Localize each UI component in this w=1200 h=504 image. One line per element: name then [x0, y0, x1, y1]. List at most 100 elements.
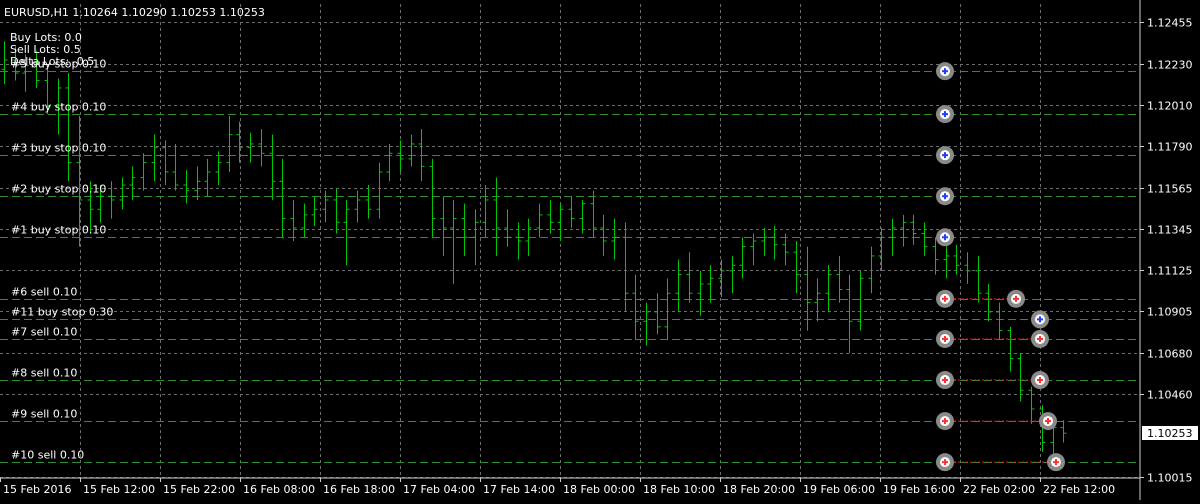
ohlc-bar [782, 233, 789, 266]
order-label: #4 buy stop 0.10 [11, 101, 106, 114]
ohlc-bar [771, 226, 778, 260]
order-labels: #5 buy stop 0.10#4 buy stop 0.10#3 buy s… [11, 58, 113, 462]
chart-header: EURUSD,H1 1.10264 1.10290 1.10253 1.1025… [4, 6, 265, 68]
price-axis: 1.12455 1.12230 1.12010 1.11790 1.11565 1.113… [1139, 0, 1198, 500]
ohlc-bar [119, 177, 126, 210]
ohlc-bar [868, 246, 875, 294]
ohlc-bar [600, 214, 607, 256]
ohlc-bar [996, 302, 1003, 340]
buy-order-marker [936, 228, 954, 247]
ohlc-bar [290, 199, 297, 241]
ohlc-bar [343, 199, 350, 266]
ohlc-bar [472, 209, 479, 266]
ohlc-bar [440, 196, 447, 256]
ohlc-bar [215, 151, 222, 186]
time-tick-label: 16 Feb 18:00 [323, 483, 395, 496]
ohlc-bar [761, 227, 768, 256]
time-tick-label: 17 Feb 14:00 [483, 483, 555, 496]
ohlc-bar [590, 190, 597, 238]
order-markers [936, 62, 1065, 472]
ohlc-bar [333, 188, 340, 234]
order-label: #2 buy stop 0.10 [11, 183, 106, 196]
ohlc-bar [622, 222, 629, 312]
ohlc-bar [750, 233, 757, 266]
time-tick-label: 22 Feb 12:00 [1043, 483, 1115, 496]
ohlc-bar [857, 270, 864, 331]
order-lines [0, 71, 1140, 463]
ohlc-bar [718, 259, 725, 297]
ohlc-bar [365, 185, 372, 219]
order-label: #3 buy stop 0.10 [11, 142, 106, 155]
ohlc-bar [450, 199, 457, 284]
order-label: #1 buy stop 0.10 [11, 224, 106, 237]
buy-order-marker [936, 146, 954, 165]
ohlc-bar [878, 227, 885, 271]
time-tick-label: 18 Feb 00:00 [563, 483, 635, 496]
current-price-label: 1.10253 [1147, 427, 1193, 440]
ohlc-bar [1, 41, 8, 85]
sell-order-marker [936, 453, 954, 472]
ohlc-bar [183, 170, 190, 204]
ohlc-bar [675, 259, 682, 312]
ohlc-bar [836, 255, 843, 303]
ohlc-bar [279, 158, 286, 238]
price-tick-label: 1.11565 [1147, 183, 1193, 196]
ohlc-bar [664, 278, 671, 340]
ohlc-bar [386, 143, 393, 182]
ohlc-bar [172, 143, 179, 191]
ohlc-bar [301, 203, 308, 238]
ohlc-bar [985, 283, 992, 322]
price-tick-label: 1.12455 [1147, 17, 1193, 30]
ohlc-bar [1060, 420, 1067, 443]
time-tick-label: 19 Feb 16:00 [883, 483, 955, 496]
ohlc-bar [964, 252, 971, 284]
price-tick-label: 1.10015 [1147, 472, 1193, 485]
buy-order-marker [936, 105, 954, 124]
ohlc-bar [932, 237, 939, 275]
ohlc-bar [686, 252, 693, 303]
time-tick-label: 22 Feb 02:00 [963, 483, 1035, 496]
buy-order-marker [1031, 310, 1049, 329]
chart-canvas[interactable]: #5 buy stop 0.10#4 buy stop 0.10#3 buy s… [0, 0, 1200, 500]
order-label: #7 sell 0.10 [11, 326, 77, 339]
delta-lots-info: Delta Lots: -0.5 [10, 55, 94, 68]
ohlc-bar [846, 274, 853, 353]
ohlc-bar [269, 134, 276, 200]
sell-order-marker [936, 289, 954, 308]
price-chart[interactable]: #5 buy stop 0.10 #4 buy stop 0.10 #3 buy s… [0, 0, 1200, 500]
ohlc-bar [258, 129, 265, 167]
ohlc-bar [408, 134, 415, 167]
ohlc-bar [247, 132, 254, 163]
sell-order-marker [1039, 412, 1057, 431]
ohlc-bar [151, 134, 158, 182]
price-tick-label: 1.12010 [1147, 100, 1193, 113]
ohlc-bar [236, 121, 243, 163]
sell-order-marker [936, 329, 954, 348]
sell-order-marker [1047, 453, 1065, 472]
time-tick-label: 15 Feb 2016 [3, 483, 71, 496]
ohlc-bar [536, 203, 543, 238]
ohlc-bar [825, 265, 832, 312]
sell-order-marker [1031, 329, 1049, 348]
ohlc-bar [204, 158, 211, 197]
sell-order-marker [936, 412, 954, 431]
ohlc-bar [397, 140, 404, 172]
ohlc-bar [504, 209, 511, 247]
sell-order-marker [1031, 371, 1049, 390]
order-label: #9 sell 0.10 [11, 408, 77, 421]
time-tick-label: 17 Feb 04:00 [403, 483, 475, 496]
ohlc-bar [65, 73, 72, 182]
current-price-marker: 1.10253 [1142, 426, 1198, 440]
price-tick-label: 1.10680 [1147, 348, 1193, 361]
order-label: #11 buy stop 0.30 [11, 306, 113, 319]
ohlc-bar [975, 255, 982, 303]
price-tick-label: 1.11125 [1147, 265, 1193, 278]
ohlc-bar [910, 214, 917, 245]
ohlc-bar [311, 196, 318, 227]
ohlc-bar [557, 203, 564, 241]
ohlc-bar [793, 241, 800, 294]
grid [0, 4, 1140, 478]
price-tick-label: 1.10460 [1147, 389, 1193, 402]
ohlc-bar [376, 162, 383, 219]
ohlc-bar [140, 153, 147, 191]
